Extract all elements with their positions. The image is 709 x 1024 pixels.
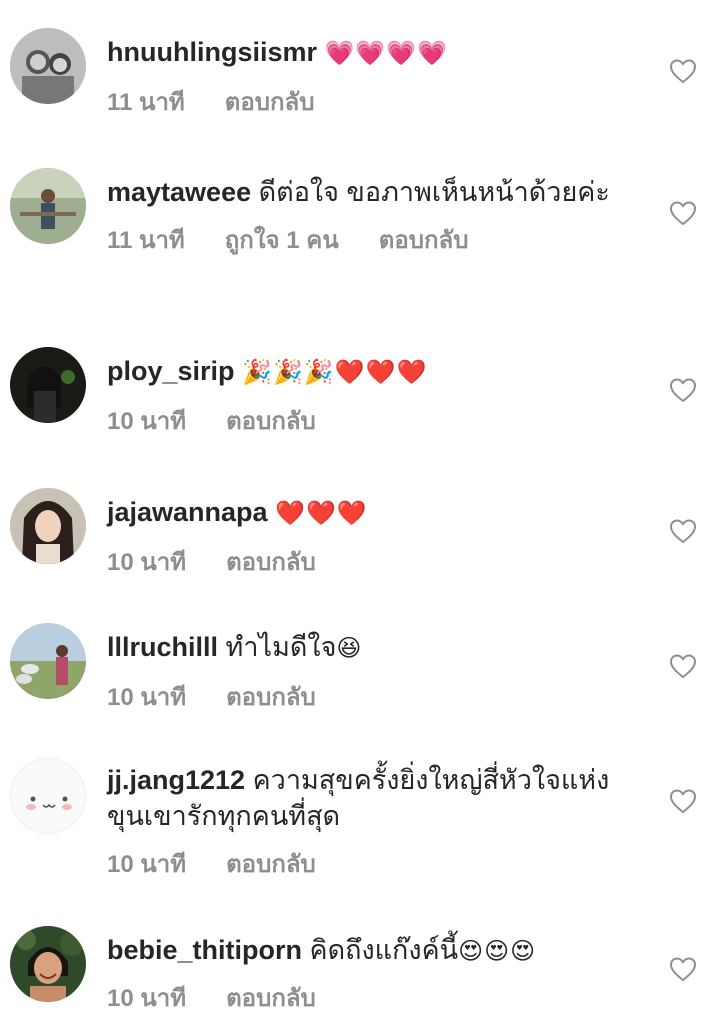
comment-time: 10 นาที xyxy=(107,851,187,878)
avatar[interactable] xyxy=(10,28,86,104)
comment-emojis: ❤️❤️❤️ xyxy=(275,499,368,527)
comment-username[interactable]: hnuuhlingsiismr xyxy=(107,37,317,67)
comment-emojis: 🎉🎉🎉❤️❤️❤️ xyxy=(242,358,428,386)
heart-outline-icon xyxy=(669,519,697,544)
comment-text: ploy_sirip 🎉🎉🎉❤️❤️❤️ xyxy=(107,353,647,391)
comment-meta: 10 นาที ตอบกลับ xyxy=(107,542,647,581)
comment-username[interactable]: bebie_thitiporn xyxy=(107,935,302,965)
reply-button[interactable]: ตอบกลับ xyxy=(226,677,316,716)
avatar[interactable] xyxy=(10,926,86,1002)
reply-button[interactable]: ตอบกลับ xyxy=(226,542,316,581)
comment-text: lllruchilll ทำไมดีใจ😆 xyxy=(107,629,647,667)
heart-outline-icon xyxy=(669,201,697,226)
comment-emojis: 💗💗💗💗 xyxy=(324,39,449,67)
heart-outline-icon xyxy=(669,59,697,84)
reply-button[interactable]: ตอบกลับ xyxy=(379,220,469,259)
comment-time: 11 นาที xyxy=(107,227,185,254)
comment-time: 10 นาที xyxy=(107,984,187,1012)
comment-username[interactable]: lllruchilll xyxy=(107,632,218,662)
comment-meta: 11 นาที ถูกใจ 1 คน ตอบกลับ xyxy=(107,220,647,259)
reply-button[interactable]: ตอบกลับ xyxy=(226,844,316,883)
avatar[interactable] xyxy=(10,488,86,564)
heart-outline-icon xyxy=(669,378,697,403)
comment-body: ทำไมดีใจ xyxy=(225,632,337,662)
comment-text: maytaweee ดีต่อใจ ขอภาพเห็นหน้าด้วยค่ะ xyxy=(107,174,647,210)
comment-emojis: 😍😍😍 xyxy=(458,937,537,965)
heart-outline-icon xyxy=(669,654,697,679)
reply-button[interactable]: ตอบกลับ xyxy=(226,401,316,440)
comment-username[interactable]: ploy_sirip xyxy=(107,356,235,386)
comment-text: bebie_thitiporn คิดถึงแก๊งค์นี้😍😍😍 xyxy=(107,932,647,970)
like-button[interactable] xyxy=(669,518,697,544)
like-button[interactable] xyxy=(669,653,697,679)
comment-time: 10 นาที xyxy=(107,683,187,711)
heart-outline-icon xyxy=(669,789,697,814)
like-button[interactable] xyxy=(669,200,697,226)
likes-count[interactable]: ถูกใจ 1 คน xyxy=(225,220,339,259)
comment-meta: 10 นาที ตอบกลับ xyxy=(107,978,647,1017)
reply-button[interactable]: ตอบกลับ xyxy=(225,82,315,121)
avatar[interactable] xyxy=(10,347,86,423)
like-button[interactable] xyxy=(669,377,697,403)
reply-button[interactable]: ตอบกลับ xyxy=(226,978,316,1017)
comment-emojis: 😆 xyxy=(336,634,363,662)
comment-meta: 10 นาที ตอบกลับ xyxy=(107,401,647,440)
comment-time: 10 นาที xyxy=(107,548,187,576)
like-button[interactable] xyxy=(669,788,697,814)
comment-meta: 11 นาที ตอบกลับ xyxy=(107,82,647,121)
comment-username[interactable]: maytaweee xyxy=(107,177,251,207)
comment-time: 10 นาที xyxy=(107,407,187,435)
comment-meta: 10 นาที ตอบกลับ xyxy=(107,677,647,716)
comment-text: jj.jang1212 ความสุขครั้งยิ่งใหญ่สี่หัวใจ… xyxy=(107,762,647,834)
avatar[interactable] xyxy=(10,623,86,699)
comment-username[interactable]: jj.jang1212 xyxy=(107,765,245,795)
comment-time: 11 นาที xyxy=(107,88,185,116)
comment-meta: 10 นาที ตอบกลับ xyxy=(107,844,647,883)
heart-outline-icon xyxy=(669,957,697,982)
avatar[interactable] xyxy=(10,168,86,244)
comment-text: hnuuhlingsiismr 💗💗💗💗 xyxy=(107,34,647,72)
comment-username[interactable]: jajawannapa xyxy=(107,497,268,527)
comment-text: jajawannapa ❤️❤️❤️ xyxy=(107,494,647,532)
comment-body: คิดถึงแก๊งค์นี้ xyxy=(309,935,459,965)
like-button[interactable] xyxy=(669,58,697,84)
comment-body: ดีต่อใจ ขอภาพเห็นหน้าด้วยค่ะ xyxy=(258,177,610,207)
avatar[interactable] xyxy=(10,758,86,834)
like-button[interactable] xyxy=(669,956,697,982)
